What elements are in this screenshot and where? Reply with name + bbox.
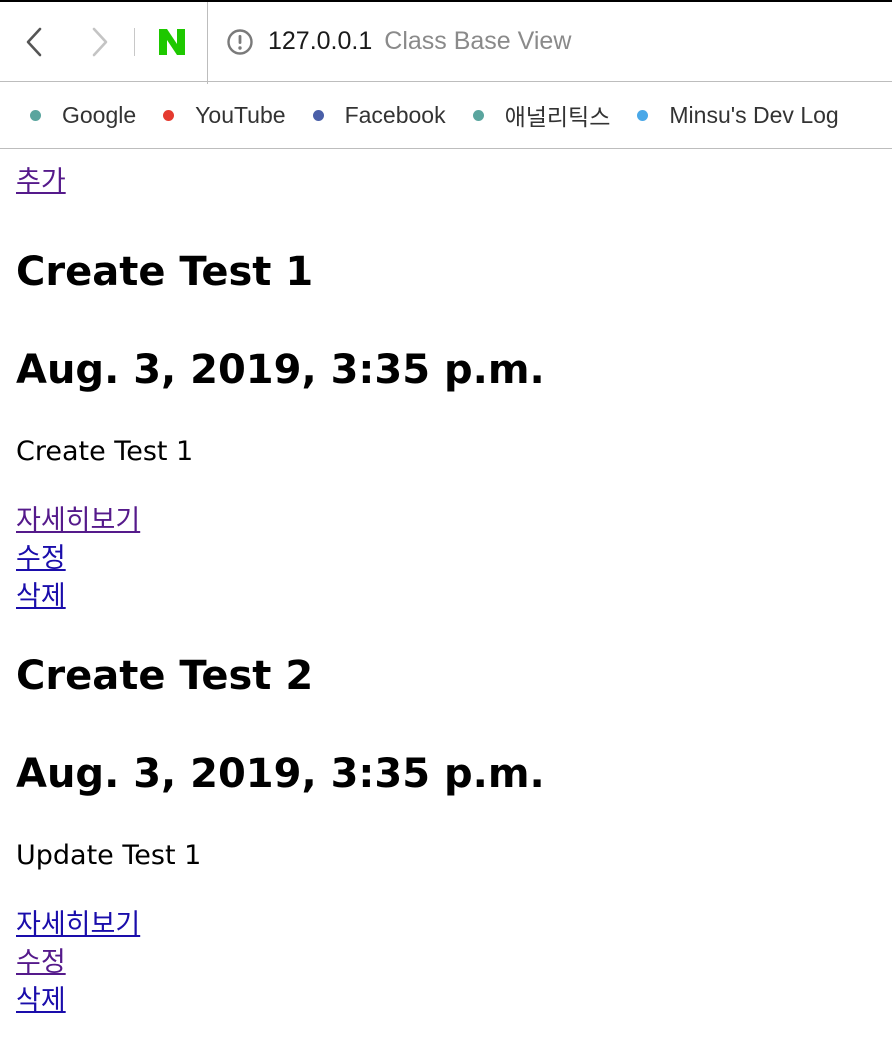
post-item: Create Test 2 Aug. 3, 2019, 3:35 p.m. Up… [16, 652, 876, 1020]
info-icon[interactable] [226, 28, 254, 56]
post-title: Create Test 1 [16, 249, 314, 295]
bookmarks-bar: Google YouTube Facebook 애널리틱스 Minsu's De… [0, 82, 892, 149]
chevron-right-icon [92, 27, 108, 56]
chevron-left-icon [26, 27, 42, 56]
post-actions: 자세히보기 수정 삭제 [16, 906, 876, 1020]
address-bar[interactable]: 127.0.0.1 Class Base View [226, 27, 571, 56]
forward-button[interactable] [80, 22, 120, 62]
address-divider [207, 2, 208, 84]
post-item: Create Test 1 Aug. 3, 2019, 3:35 p.m. Cr… [16, 248, 876, 616]
post-body: Create Test 1 [16, 436, 194, 467]
post-actions: 자세히보기 수정 삭제 [16, 502, 876, 616]
bookmark-label: Minsu's Dev Log [669, 101, 839, 128]
page-title: Class Base View [384, 27, 572, 55]
delete-link[interactable]: 삭제 [16, 578, 66, 616]
back-button[interactable] [14, 22, 54, 62]
bookmark-facebook[interactable]: Facebook [312, 101, 446, 129]
bookmark-dot-icon [163, 109, 175, 121]
bookmark-dot-icon [312, 109, 324, 121]
bookmark-google[interactable]: Google [30, 102, 136, 129]
edit-link[interactable]: 수정 [16, 944, 66, 982]
bookmark-label: YouTube [195, 101, 286, 128]
page-content: 추가 Create Test 1 Aug. 3, 2019, 3:35 p.m.… [0, 149, 892, 1020]
bookmark-label: Facebook [344, 101, 446, 128]
toolbar-divider [134, 27, 135, 56]
naver-logo-icon[interactable] [157, 27, 187, 57]
browser-toolbar: 127.0.0.1 Class Base View [0, 0, 892, 84]
bookmark-dot-icon [472, 109, 484, 121]
bookmark-label: Google [62, 101, 137, 128]
post-title: Create Test 2 [16, 653, 314, 699]
bookmark-analytics[interactable]: 애널리틱스 [472, 98, 611, 132]
delete-link[interactable]: 삭제 [16, 982, 66, 1020]
url-host: 127.0.0.1 [268, 27, 373, 55]
edit-link[interactable]: 수정 [16, 540, 66, 578]
bookmark-youtube[interactable]: YouTube [163, 101, 286, 129]
detail-link[interactable]: 자세히보기 [16, 906, 140, 944]
bookmark-dot-icon [30, 109, 41, 121]
bookmark-dev-log[interactable]: Minsu's Dev Log [637, 101, 839, 129]
bookmark-dot-icon [637, 109, 649, 121]
post-body: Update Test 1 [16, 840, 202, 871]
post-date: Aug. 3, 2019, 3:35 p.m. [16, 751, 545, 797]
bookmark-label: 애널리틱스 [504, 104, 611, 130]
detail-link[interactable]: 자세히보기 [16, 502, 140, 540]
add-link[interactable]: 추가 [16, 163, 66, 201]
post-date: Aug. 3, 2019, 3:35 p.m. [16, 347, 545, 393]
